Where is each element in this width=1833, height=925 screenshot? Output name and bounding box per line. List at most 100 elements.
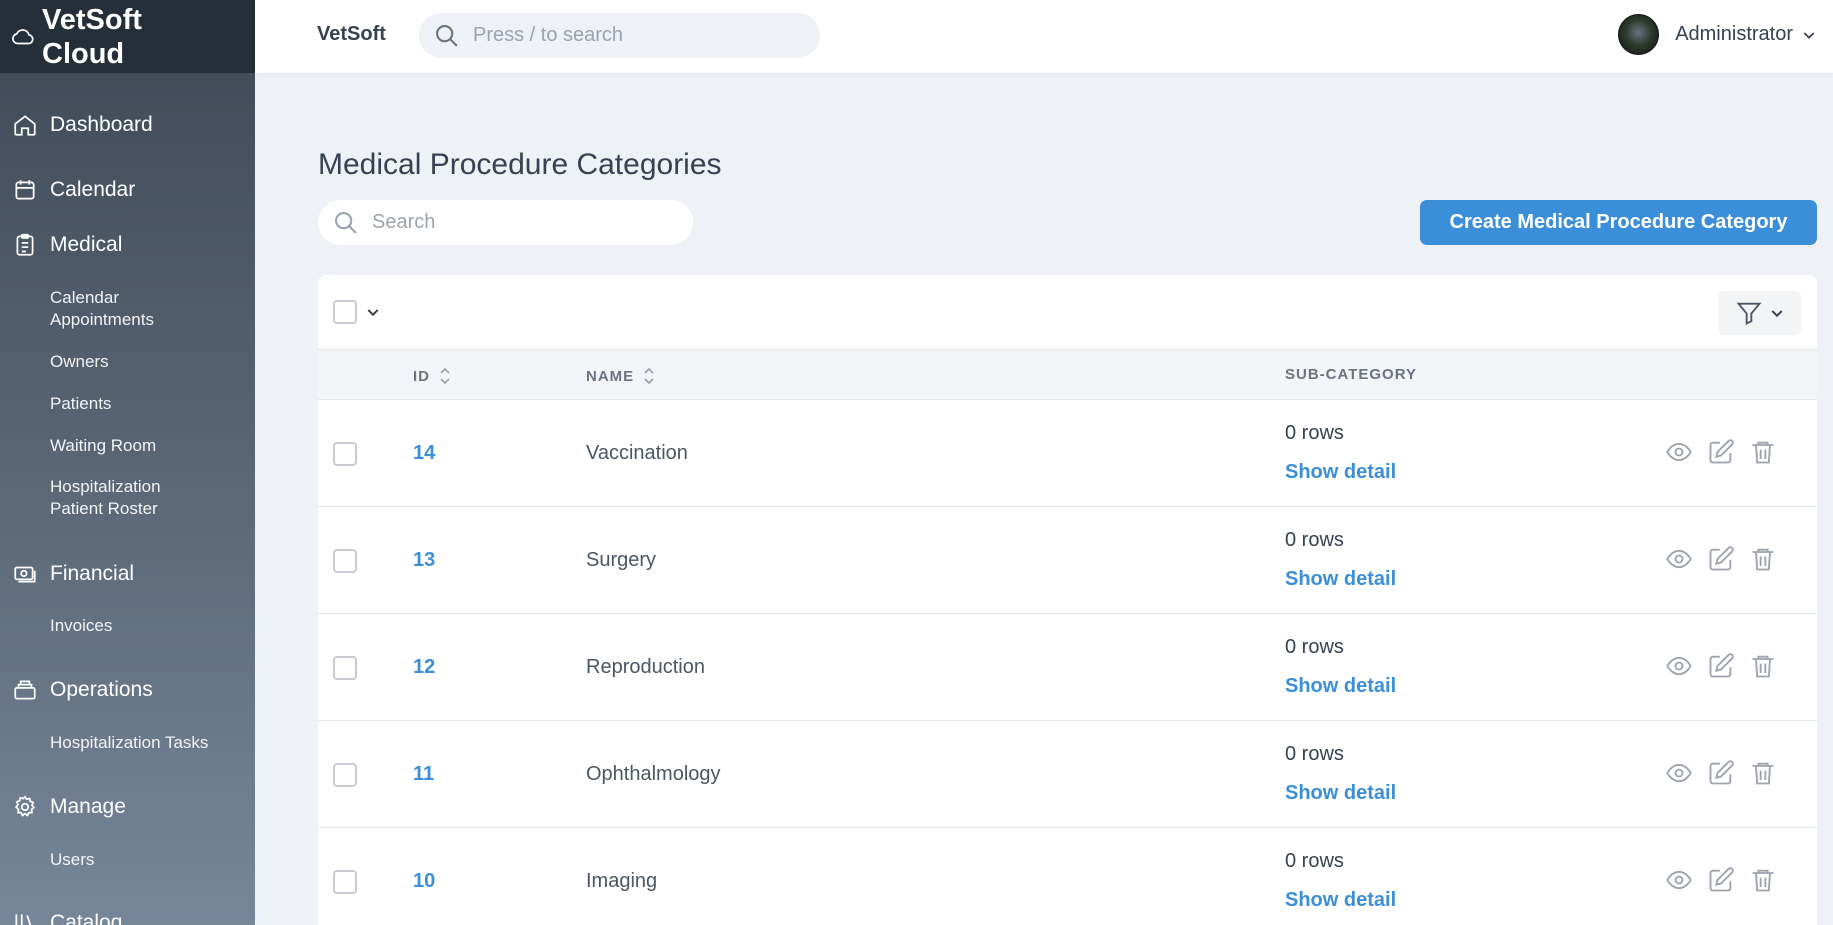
row-sub-count: 0 rows xyxy=(1285,636,1344,658)
sidebar-item-medical[interactable]: Medical xyxy=(0,230,122,260)
show-detail-link[interactable]: Show detail xyxy=(1285,675,1396,698)
table-toolbar xyxy=(318,275,1817,350)
row-sub-category: 0 rows Show detail xyxy=(1285,422,1396,484)
brand[interactable]: VetSoft Cloud xyxy=(0,0,255,73)
show-detail-link[interactable]: Show detail xyxy=(1285,461,1396,484)
column-header-sub-category: SUB-CATEGORY xyxy=(1285,366,1417,383)
sort-icon xyxy=(644,367,654,385)
sidebar-item-calendar-appointments[interactable]: Calendar Appointments xyxy=(0,287,154,331)
row-id-link[interactable]: 12 xyxy=(413,656,435,679)
brand-line1: VetSoft xyxy=(42,3,142,36)
inbox-icon xyxy=(14,680,36,700)
row-name: Reproduction xyxy=(586,656,705,678)
cloud-icon xyxy=(12,28,34,44)
global-search[interactable] xyxy=(419,13,820,58)
library-icon xyxy=(15,914,32,925)
row-sub-count: 0 rows xyxy=(1285,743,1344,765)
sidebar-item-waiting-room[interactable]: Waiting Room xyxy=(0,435,156,457)
sidebar-item-hospitalization-patient-roster[interactable]: Hospitalization Patient Roster xyxy=(0,476,161,520)
search-icon xyxy=(436,24,458,47)
avatar[interactable] xyxy=(1618,14,1660,55)
eye-icon[interactable] xyxy=(1665,759,1693,787)
eye-icon[interactable] xyxy=(1665,652,1693,680)
sidebar-item-operations[interactable]: Operations xyxy=(0,675,153,705)
trash-icon[interactable] xyxy=(1749,866,1777,894)
user-menu[interactable]: Administrator xyxy=(1618,14,1817,55)
sidebar-item-dashboard[interactable]: Dashboard xyxy=(0,110,153,140)
resource-search-input[interactable] xyxy=(372,211,672,234)
table-row: 14 Vaccination 0 rows Show detail xyxy=(318,400,1817,507)
row-id-link[interactable]: 11 xyxy=(413,763,434,786)
global-search-input[interactable] xyxy=(473,24,793,47)
top-brand[interactable]: VetSoft xyxy=(317,23,386,46)
row-actions xyxy=(1665,438,1777,466)
resource-table-card: ID NAME SUB-CATEGORY 14 Vaccination 0 ro… xyxy=(318,275,1817,925)
clipboard-icon xyxy=(16,233,34,256)
row-sub-category: 0 rows Show detail xyxy=(1285,850,1396,912)
trash-icon[interactable] xyxy=(1749,759,1777,787)
table-row: 12 Reproduction 0 rows Show detail xyxy=(318,614,1817,721)
user-name: Administrator xyxy=(1675,23,1793,45)
brand-line2: Cloud xyxy=(42,37,125,70)
trash-icon[interactable] xyxy=(1749,545,1777,573)
row-sub-category: 0 rows Show detail xyxy=(1285,529,1396,591)
row-checkbox[interactable] xyxy=(333,870,357,894)
calendar-icon xyxy=(15,180,35,200)
sidebar-item-catalog[interactable]: Catalog xyxy=(0,908,122,925)
show-detail-link[interactable]: Show detail xyxy=(1285,782,1396,805)
edit-icon[interactable] xyxy=(1707,759,1735,787)
show-detail-link[interactable]: Show detail xyxy=(1285,889,1396,912)
row-checkbox[interactable] xyxy=(333,549,357,573)
row-checkbox[interactable] xyxy=(333,442,357,466)
row-actions xyxy=(1665,545,1777,573)
select-all-checkbox[interactable] xyxy=(333,300,357,324)
sidebar-item-calendar[interactable]: Calendar xyxy=(0,175,135,205)
row-id-link[interactable]: 10 xyxy=(413,870,435,893)
sidebar: VetSoft Cloud Dashboard Calendar Medical… xyxy=(0,0,255,925)
search-icon xyxy=(335,211,357,234)
column-header-id[interactable]: ID xyxy=(413,366,452,386)
filter-icon xyxy=(1736,302,1761,326)
edit-icon[interactable] xyxy=(1707,652,1735,680)
trash-icon[interactable] xyxy=(1749,438,1777,466)
chevron-down-icon xyxy=(1803,31,1815,39)
row-sub-count: 0 rows xyxy=(1285,529,1344,551)
resource-search[interactable] xyxy=(318,200,693,245)
sort-icon xyxy=(440,367,450,385)
sidebar-item-patients[interactable]: Patients xyxy=(0,393,111,415)
sidebar-item-hospitalization-tasks[interactable]: Hospitalization Tasks xyxy=(0,732,208,754)
row-name: Imaging xyxy=(586,870,658,892)
row-sub-count: 0 rows xyxy=(1285,850,1344,872)
table-row: 13 Surgery 0 rows Show detail xyxy=(318,507,1817,614)
home-icon xyxy=(14,115,36,136)
create-category-button[interactable]: Create Medical Procedure Category xyxy=(1420,200,1817,245)
sidebar-item-users[interactable]: Users xyxy=(0,849,94,871)
select-all-dropdown[interactable] xyxy=(333,300,381,324)
edit-icon[interactable] xyxy=(1707,545,1735,573)
page-title: Medical Procedure Categories xyxy=(318,148,722,181)
row-sub-category: 0 rows Show detail xyxy=(1285,743,1396,805)
sidebar-item-financial[interactable]: Financial xyxy=(0,559,134,589)
eye-icon[interactable] xyxy=(1665,545,1693,573)
trash-icon[interactable] xyxy=(1749,652,1777,680)
eye-icon[interactable] xyxy=(1665,866,1693,894)
edit-icon[interactable] xyxy=(1707,866,1735,894)
row-checkbox[interactable] xyxy=(333,763,357,787)
chevron-down-icon xyxy=(1771,310,1782,318)
sidebar-item-owners[interactable]: Owners xyxy=(0,351,109,373)
filter-button[interactable] xyxy=(1718,291,1801,335)
row-sub-count: 0 rows xyxy=(1285,422,1344,444)
edit-icon[interactable] xyxy=(1707,438,1735,466)
row-actions xyxy=(1665,866,1777,894)
eye-icon[interactable] xyxy=(1665,438,1693,466)
table-row: 10 Imaging 0 rows Show detail xyxy=(318,828,1817,925)
row-name: Ophthalmology xyxy=(586,763,721,785)
row-id-link[interactable]: 14 xyxy=(413,442,435,465)
row-checkbox[interactable] xyxy=(333,656,357,680)
show-detail-link[interactable]: Show detail xyxy=(1285,568,1396,591)
column-header-name[interactable]: NAME xyxy=(586,366,656,386)
sidebar-item-manage[interactable]: Manage xyxy=(0,792,126,822)
chevron-down-icon[interactable] xyxy=(365,304,381,320)
sidebar-item-invoices[interactable]: Invoices xyxy=(0,615,112,637)
row-id-link[interactable]: 13 xyxy=(413,549,435,572)
